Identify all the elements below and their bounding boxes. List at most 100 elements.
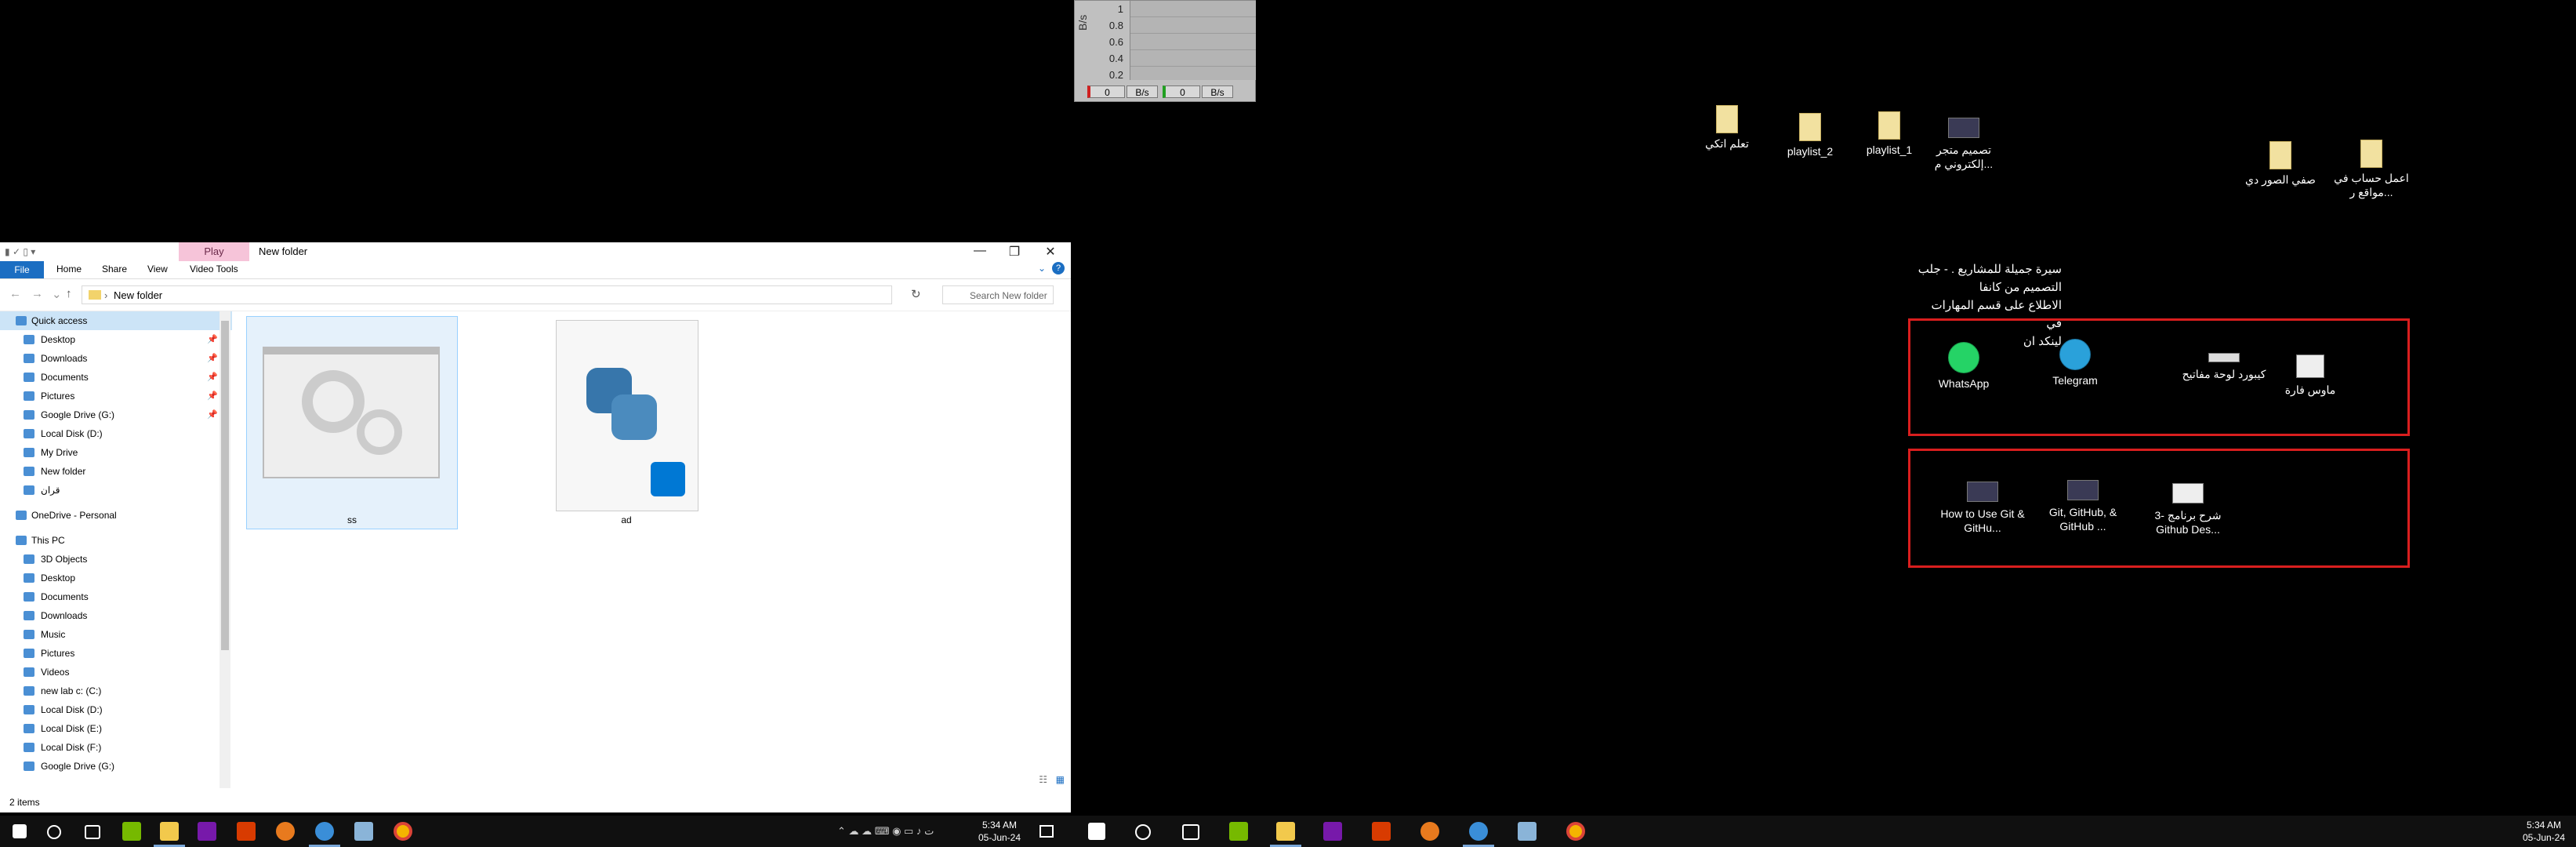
- context-tab-play[interactable]: Play: [179, 242, 249, 261]
- search-input[interactable]: Search New folder: [942, 285, 1054, 304]
- tab-view[interactable]: View: [147, 264, 168, 274]
- nav-item[interactable]: Videos: [0, 663, 232, 682]
- quick-access-toolbar-icon[interactable]: ▮ ✓ ▯ ▾: [5, 246, 35, 257]
- nav-item[interactable]: قران: [0, 481, 232, 500]
- file-item[interactable]: ss: [246, 316, 458, 529]
- nav-scrollbar[interactable]: [220, 311, 230, 788]
- up-icon[interactable]: ↑: [66, 287, 72, 300]
- help-icon[interactable]: ?: [1052, 262, 1065, 274]
- nav-item[interactable]: Downloads 📌: [0, 349, 232, 368]
- search-everything-icon[interactable]: [276, 822, 295, 841]
- desktop-icon[interactable]: playlist_2: [1767, 113, 1853, 158]
- large-icons-view-icon[interactable]: ▦: [1056, 774, 1065, 785]
- clock[interactable]: 5:34 AM 05-Jun-24: [2515, 819, 2573, 844]
- nav-item[interactable]: Quick access: [0, 311, 232, 330]
- nav-item[interactable]: New folder: [0, 462, 232, 481]
- nav-item[interactable]: Music: [0, 625, 232, 644]
- expand-ribbon-icon[interactable]: ⌄: [1038, 263, 1046, 274]
- pin-icon[interactable]: 📌: [207, 405, 218, 424]
- desktop-icon[interactable]: Telegram: [2032, 339, 2118, 387]
- nav-item-label: Desktop: [41, 334, 76, 345]
- nav-item[interactable]: Google Drive (G:): [0, 757, 232, 776]
- nav-item[interactable]: OneDrive - Personal: [0, 506, 232, 525]
- tab-home[interactable]: Home: [56, 264, 82, 274]
- nav-item[interactable]: Local Disk (D:): [0, 700, 232, 719]
- pin-icon[interactable]: 📌: [207, 368, 218, 387]
- office-icon[interactable]: [237, 822, 256, 841]
- desktop-icon[interactable]: كيبورد لوحة مفاتيح: [2181, 353, 2267, 381]
- pin-icon[interactable]: 📌: [207, 330, 218, 349]
- nav-item[interactable]: Desktop: [0, 569, 232, 587]
- minimize-button[interactable]: —: [964, 244, 996, 258]
- desktop-icon[interactable]: اعمل حساب في مواقع ر...: [2328, 140, 2415, 199]
- office-icon[interactable]: [1372, 822, 1391, 841]
- nav-item[interactable]: Local Disk (F:): [0, 738, 232, 757]
- notifications-icon[interactable]: [1039, 825, 1054, 838]
- start-icon[interactable]: [13, 824, 27, 838]
- desktop-icon[interactable]: ماوس فارة: [2267, 354, 2353, 397]
- nav-item[interactable]: My Drive: [0, 443, 232, 462]
- forward-icon[interactable]: →: [31, 287, 43, 300]
- chrome-icon[interactable]: [1566, 822, 1585, 841]
- file-explorer-icon[interactable]: [1270, 822, 1301, 847]
- chrome-icon[interactable]: [394, 822, 412, 841]
- desktop-icon[interactable]: تعلم اتكي: [1684, 105, 1770, 151]
- nav-item[interactable]: Desktop 📌: [0, 330, 232, 349]
- desktop-icon[interactable]: Git, GitHub, & GitHub ...: [2040, 480, 2126, 533]
- nav-item[interactable]: Pictures 📌: [0, 387, 232, 405]
- desktop-icon[interactable]: playlist_1: [1846, 111, 1932, 157]
- nav-item[interactable]: Pictures: [0, 644, 232, 663]
- desktop-icon[interactable]: How to Use Git & GitHu...: [1939, 482, 2026, 535]
- pin-icon[interactable]: 📌: [207, 349, 218, 368]
- pin-icon[interactable]: 📌: [207, 387, 218, 405]
- recent-locations-icon[interactable]: ⌄: [52, 287, 62, 301]
- details-view-icon[interactable]: ☷: [1039, 774, 1047, 785]
- nav-item[interactable]: Local Disk (D:): [0, 424, 232, 443]
- tab-share[interactable]: Share: [102, 264, 127, 274]
- close-button[interactable]: ✕: [1035, 244, 1066, 260]
- task-view-icon[interactable]: [85, 825, 100, 839]
- nav-item[interactable]: 3D Objects: [0, 550, 232, 569]
- clock-app-icon[interactable]: [1463, 822, 1494, 847]
- nav-item[interactable]: new lab c: (C:): [0, 682, 232, 700]
- file-item[interactable]: ad: [552, 316, 701, 529]
- notepad-icon[interactable]: [354, 822, 373, 841]
- nvidia-icon[interactable]: [1229, 822, 1248, 841]
- search-icon[interactable]: [1135, 824, 1151, 840]
- nav-item[interactable]: Local Disk (E:): [0, 719, 232, 738]
- nav-item-label: Documents: [41, 591, 89, 602]
- refresh-icon[interactable]: ↻: [911, 287, 921, 301]
- file-explorer-icon[interactable]: [154, 822, 185, 847]
- address-bar[interactable]: › New folder: [82, 285, 892, 304]
- tab-file[interactable]: File: [0, 261, 44, 278]
- nav-item[interactable]: Google Drive (G:) 📌: [0, 405, 232, 424]
- system-tray[interactable]: ⌃ ☁ ☁ ⌨ ◉ ▭ ♪ ت: [837, 825, 934, 838]
- nav-item[interactable]: Documents: [0, 587, 232, 606]
- nav-item-icon: [24, 724, 34, 733]
- nav-item[interactable]: Downloads: [0, 606, 232, 625]
- ribbon-tabs: File Home Share View Video Tools ⌄ ?: [0, 261, 1071, 279]
- notepad-icon[interactable]: [1518, 822, 1537, 841]
- desktop-icon[interactable]: تصميم متجر إلكتروني م...: [1921, 118, 2007, 171]
- desktop-icon[interactable]: شرح برنامج -3 Github Des...: [2145, 483, 2231, 536]
- task-view-icon[interactable]: [1182, 824, 1199, 840]
- back-icon[interactable]: ←: [9, 287, 21, 300]
- status-bar: 2 items: [9, 797, 40, 808]
- nav-item[interactable]: This PC: [0, 531, 232, 550]
- onenote-icon[interactable]: [198, 822, 216, 841]
- desktop-icon[interactable]: WhatsApp: [1921, 342, 2007, 391]
- start-icon[interactable]: [1088, 823, 1105, 840]
- search-everything-icon[interactable]: [1420, 822, 1439, 841]
- meter-tick: 0.4: [1108, 53, 1123, 64]
- nav-item[interactable]: Documents 📌: [0, 368, 232, 387]
- clock[interactable]: 5:34 AM 05-Jun-24: [966, 819, 1033, 844]
- clock-app-icon[interactable]: [309, 822, 340, 847]
- restore-button[interactable]: ❐: [999, 244, 1030, 260]
- nvidia-icon[interactable]: [122, 822, 141, 841]
- onenote-icon[interactable]: [1323, 822, 1342, 841]
- tab-video-tools[interactable]: Video Tools: [190, 264, 238, 274]
- nav-item-label: Local Disk (D:): [41, 428, 103, 439]
- search-icon[interactable]: [47, 825, 61, 839]
- desktop-icon[interactable]: صفي الصور دي: [2237, 141, 2324, 187]
- mouse-image-icon: [2296, 354, 2324, 378]
